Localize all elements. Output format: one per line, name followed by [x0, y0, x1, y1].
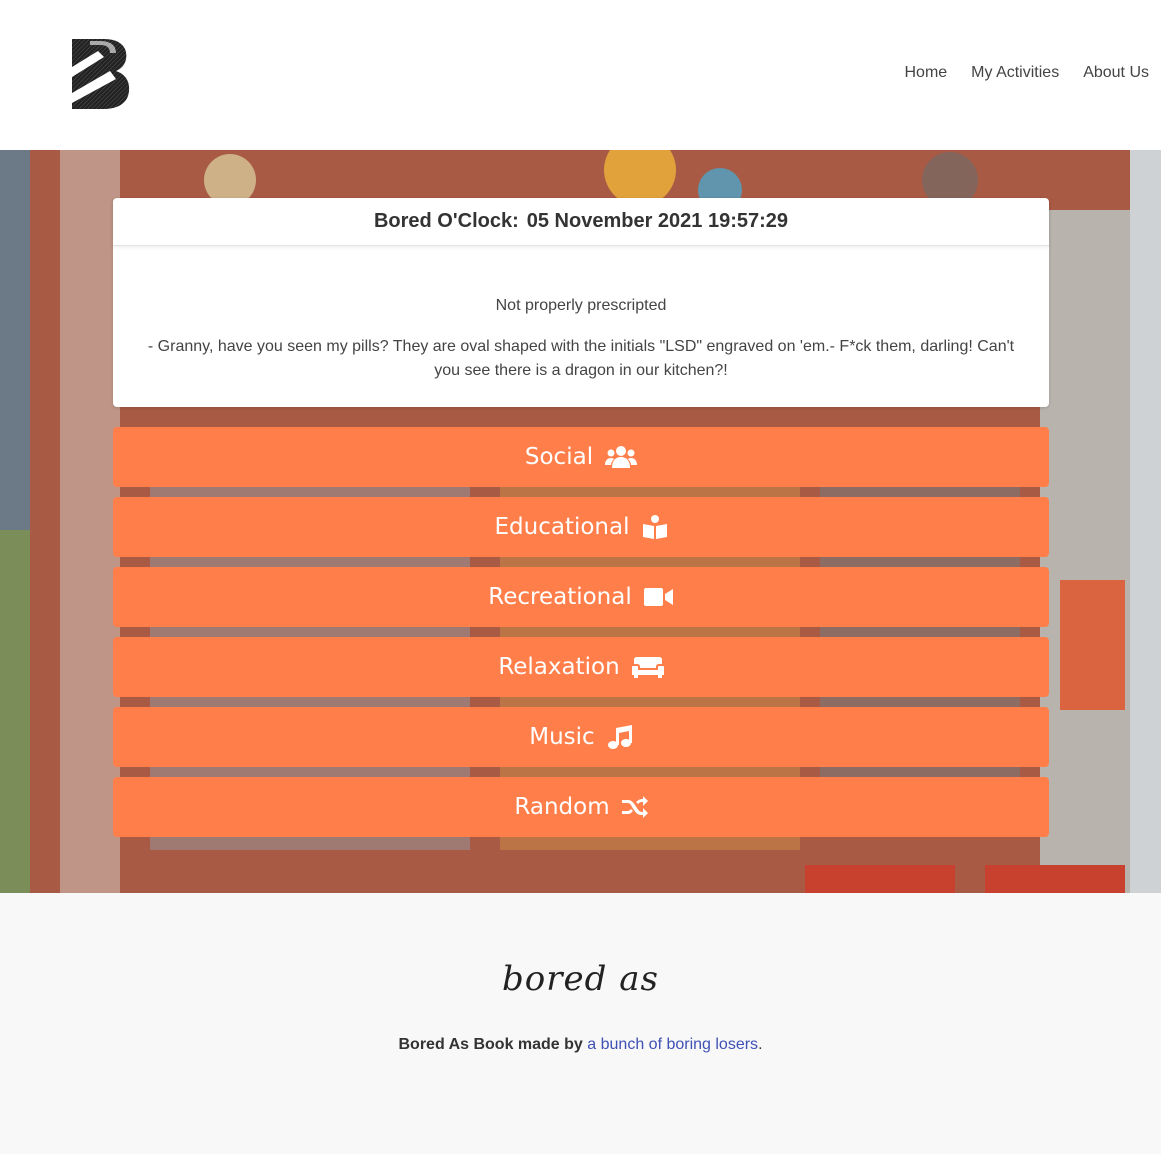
footer-script-logo: bored as — [502, 959, 659, 999]
category-list: Social Educational Recreational Relaxati… — [113, 427, 1049, 847]
b-logo-icon — [72, 39, 130, 109]
music-label: Music — [529, 724, 595, 750]
reading-icon — [642, 514, 668, 540]
site-header: Home My Activities About Us — [0, 0, 1161, 150]
couch-icon — [631, 655, 664, 679]
clock-header: Bored O'Clock: 05 November 2021 19:57:29 — [113, 198, 1049, 246]
credit-suffix: . — [758, 1036, 763, 1053]
recreational-button[interactable]: Recreational — [113, 567, 1049, 627]
music-note-icon — [607, 724, 633, 750]
social-button[interactable]: Social — [113, 427, 1049, 487]
site-footer: bored as Bored As Book made by a bunch o… — [0, 893, 1161, 1154]
b-logo[interactable] — [70, 37, 132, 111]
relaxation-label: Relaxation — [498, 654, 620, 680]
relaxation-button[interactable]: Relaxation — [113, 637, 1049, 697]
joke-title: Not properly prescripted — [495, 297, 667, 314]
hero-section: Bored O'Clock: 05 November 2021 19:57:29… — [0, 150, 1161, 893]
random-label: Random — [514, 794, 610, 820]
users-icon — [605, 444, 638, 470]
joke-body: - Granny, have you seen my pills? They a… — [147, 338, 1015, 379]
educational-button[interactable]: Educational — [113, 497, 1049, 557]
shuffle-icon — [621, 796, 648, 818]
social-label: Social — [524, 444, 594, 470]
footer-credit: Bored As Book made by a bunch of boring … — [0, 1036, 1161, 1054]
clock-label: Bored O'Clock: — [373, 210, 519, 232]
credit-prefix: Bored As Book made by — [398, 1036, 583, 1053]
credit-link[interactable]: a bunch of boring losers — [587, 1036, 758, 1053]
nav-about-us[interactable]: About Us — [1083, 64, 1149, 82]
nav-my-activities[interactable]: My Activities — [971, 64, 1059, 82]
clock-datetime: 05 November 2021 19:57:29 — [526, 210, 789, 232]
random-button[interactable]: Random — [113, 777, 1049, 837]
nav-home[interactable]: Home — [904, 64, 947, 82]
educational-label: Educational — [494, 514, 630, 540]
music-button[interactable]: Music — [113, 707, 1049, 767]
clock-card: Bored O'Clock: 05 November 2021 19:57:29… — [113, 198, 1049, 407]
recreational-label: Recreational — [488, 584, 632, 610]
video-camera-icon — [643, 586, 674, 608]
main-nav: Home My Activities About Us — [904, 64, 1149, 82]
